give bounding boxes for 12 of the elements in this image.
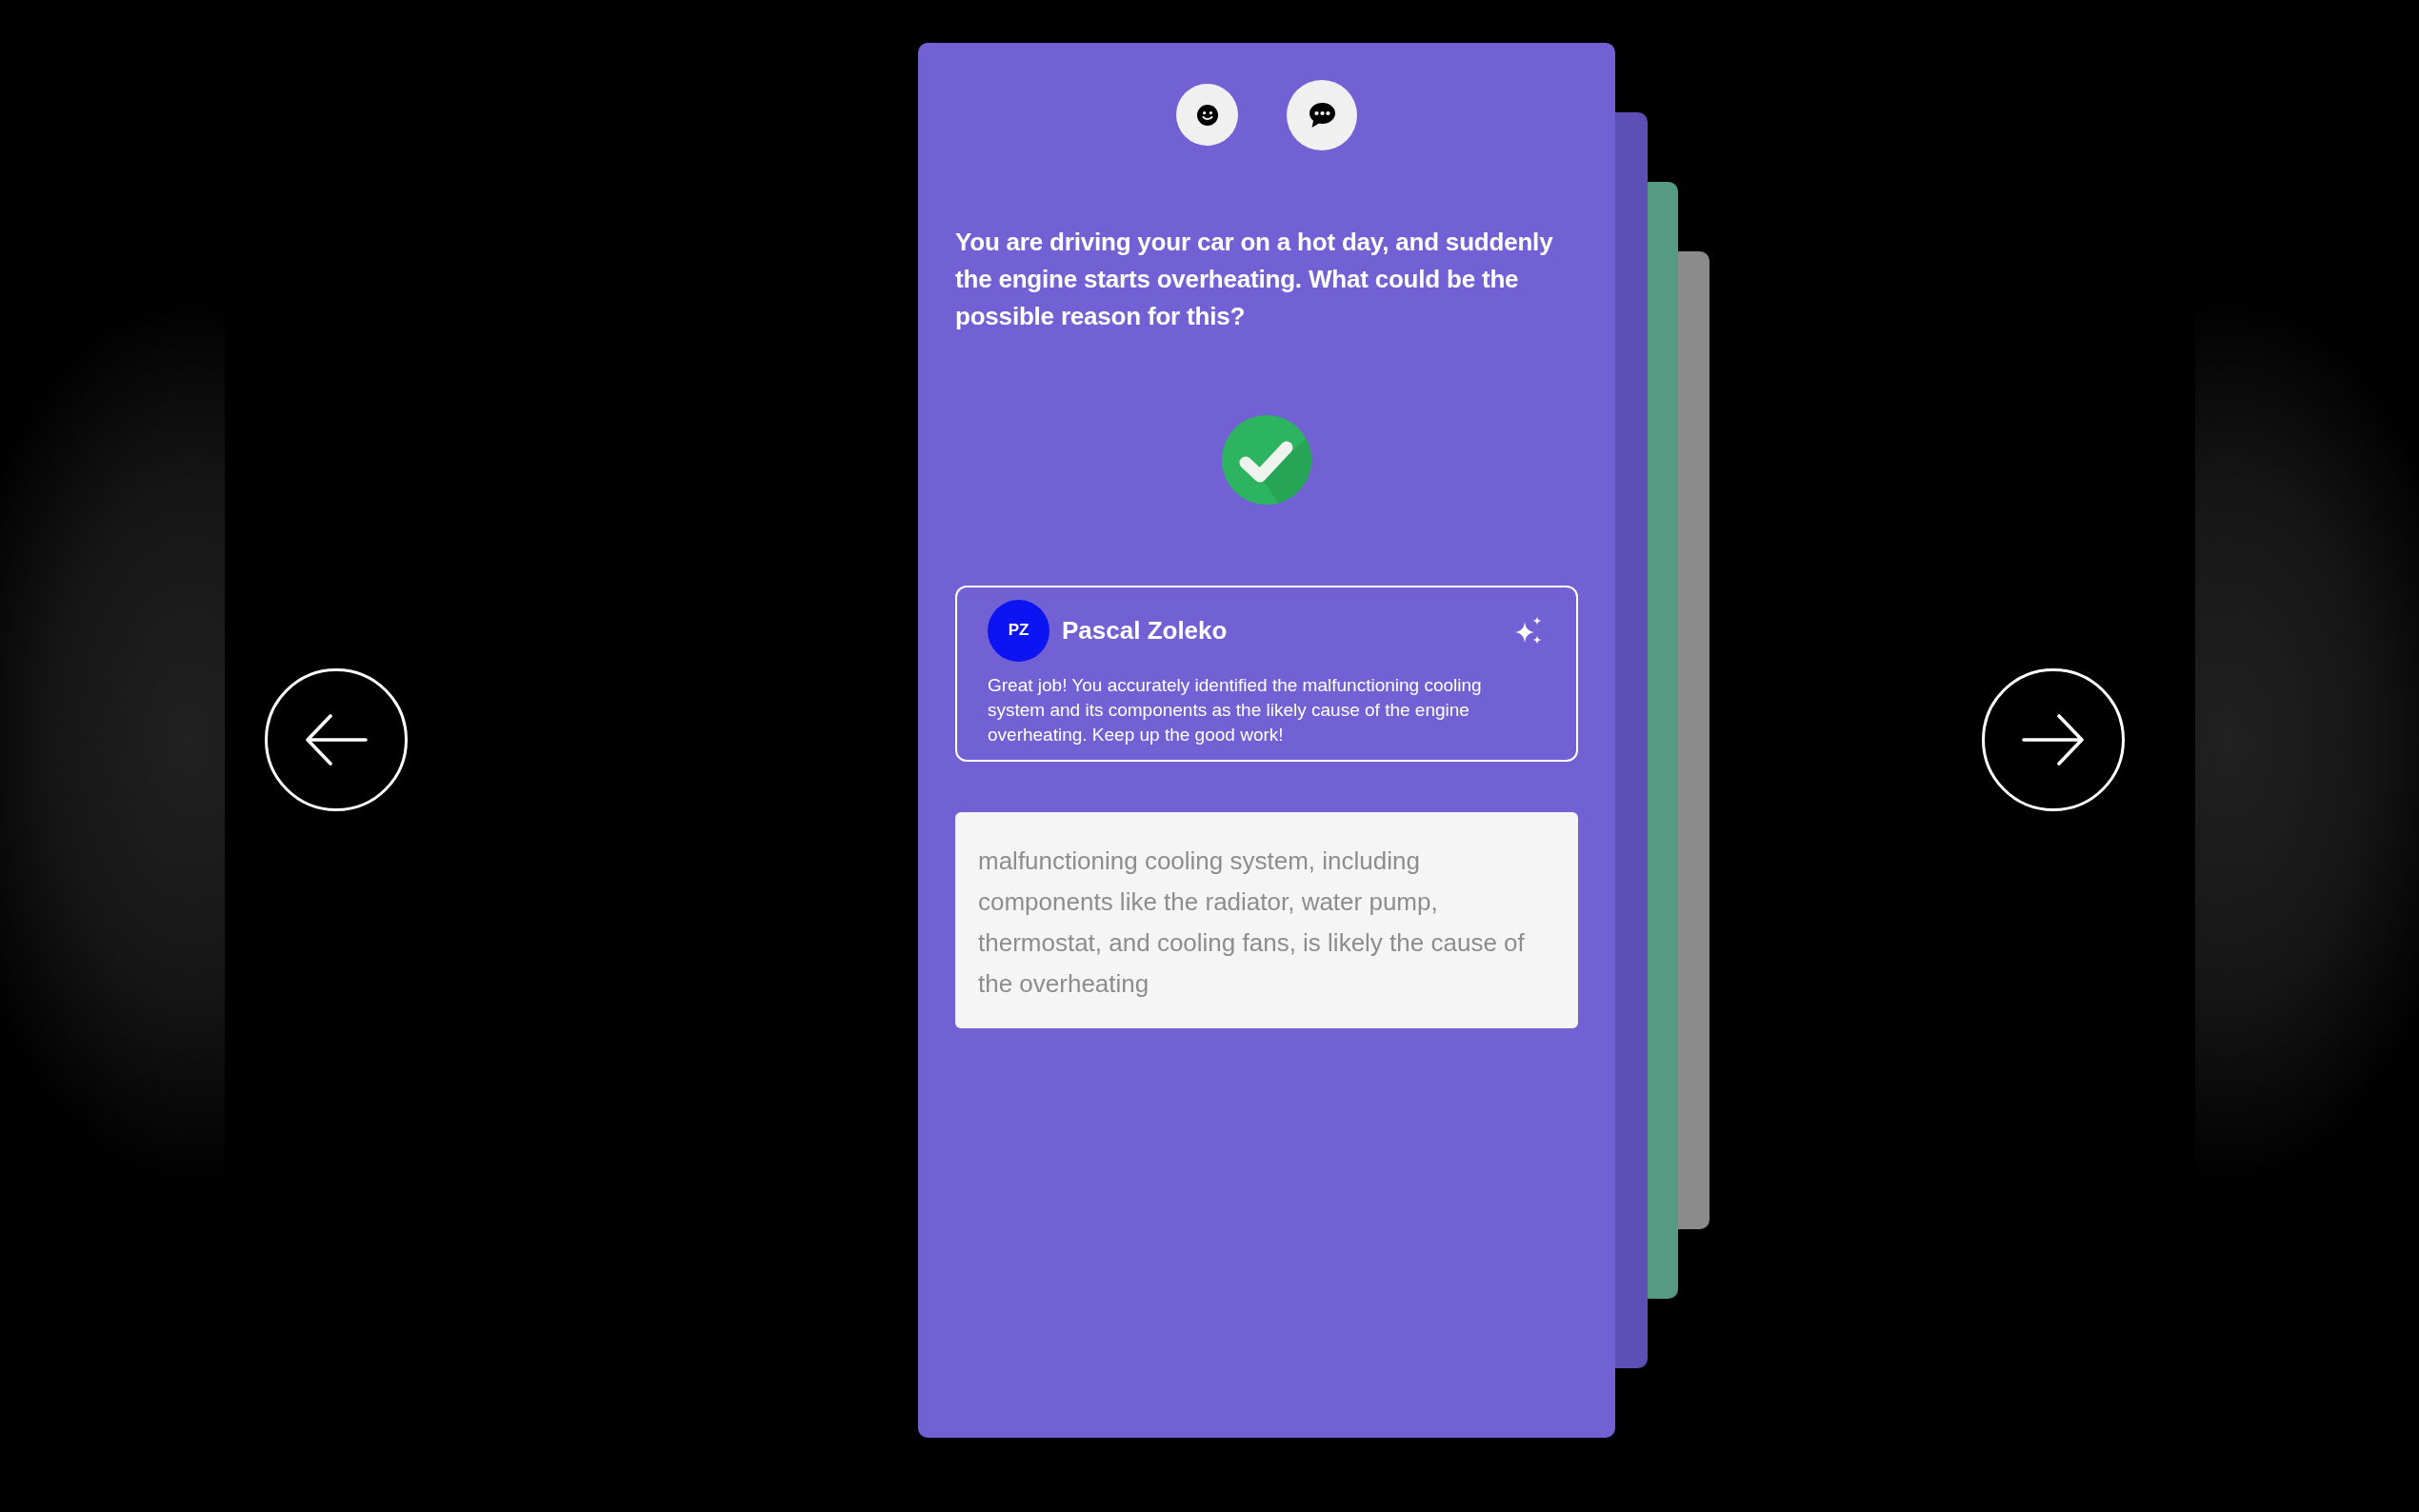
sparkle-icon (1514, 616, 1543, 645)
smiley-icon (1196, 104, 1218, 126)
previous-button[interactable] (265, 668, 408, 811)
answer-box: malfunctioning cooling system, including components like the radiator, water pump, thermostat, and cooling fans, is likely the cause of the overheating (955, 811, 1578, 1028)
author-name: Pascal Zoleko (1062, 615, 1228, 646)
arrow-left-icon (305, 713, 368, 766)
avatar: PZ (988, 599, 1050, 662)
feedback-text: Great job! You accurately identified the malfunctioning cooling system and its components as the likely cause of the engine overheating. Keep up the good work! (988, 673, 1483, 746)
chat-bubble-icon (1309, 102, 1335, 128)
arrow-right-icon (2022, 713, 2085, 766)
next-button[interactable] (1982, 668, 2125, 811)
question-text: You are driving your car on a hot day, and suddenly the engine starts overheating. What could be the possible reason for this? (955, 226, 1554, 332)
